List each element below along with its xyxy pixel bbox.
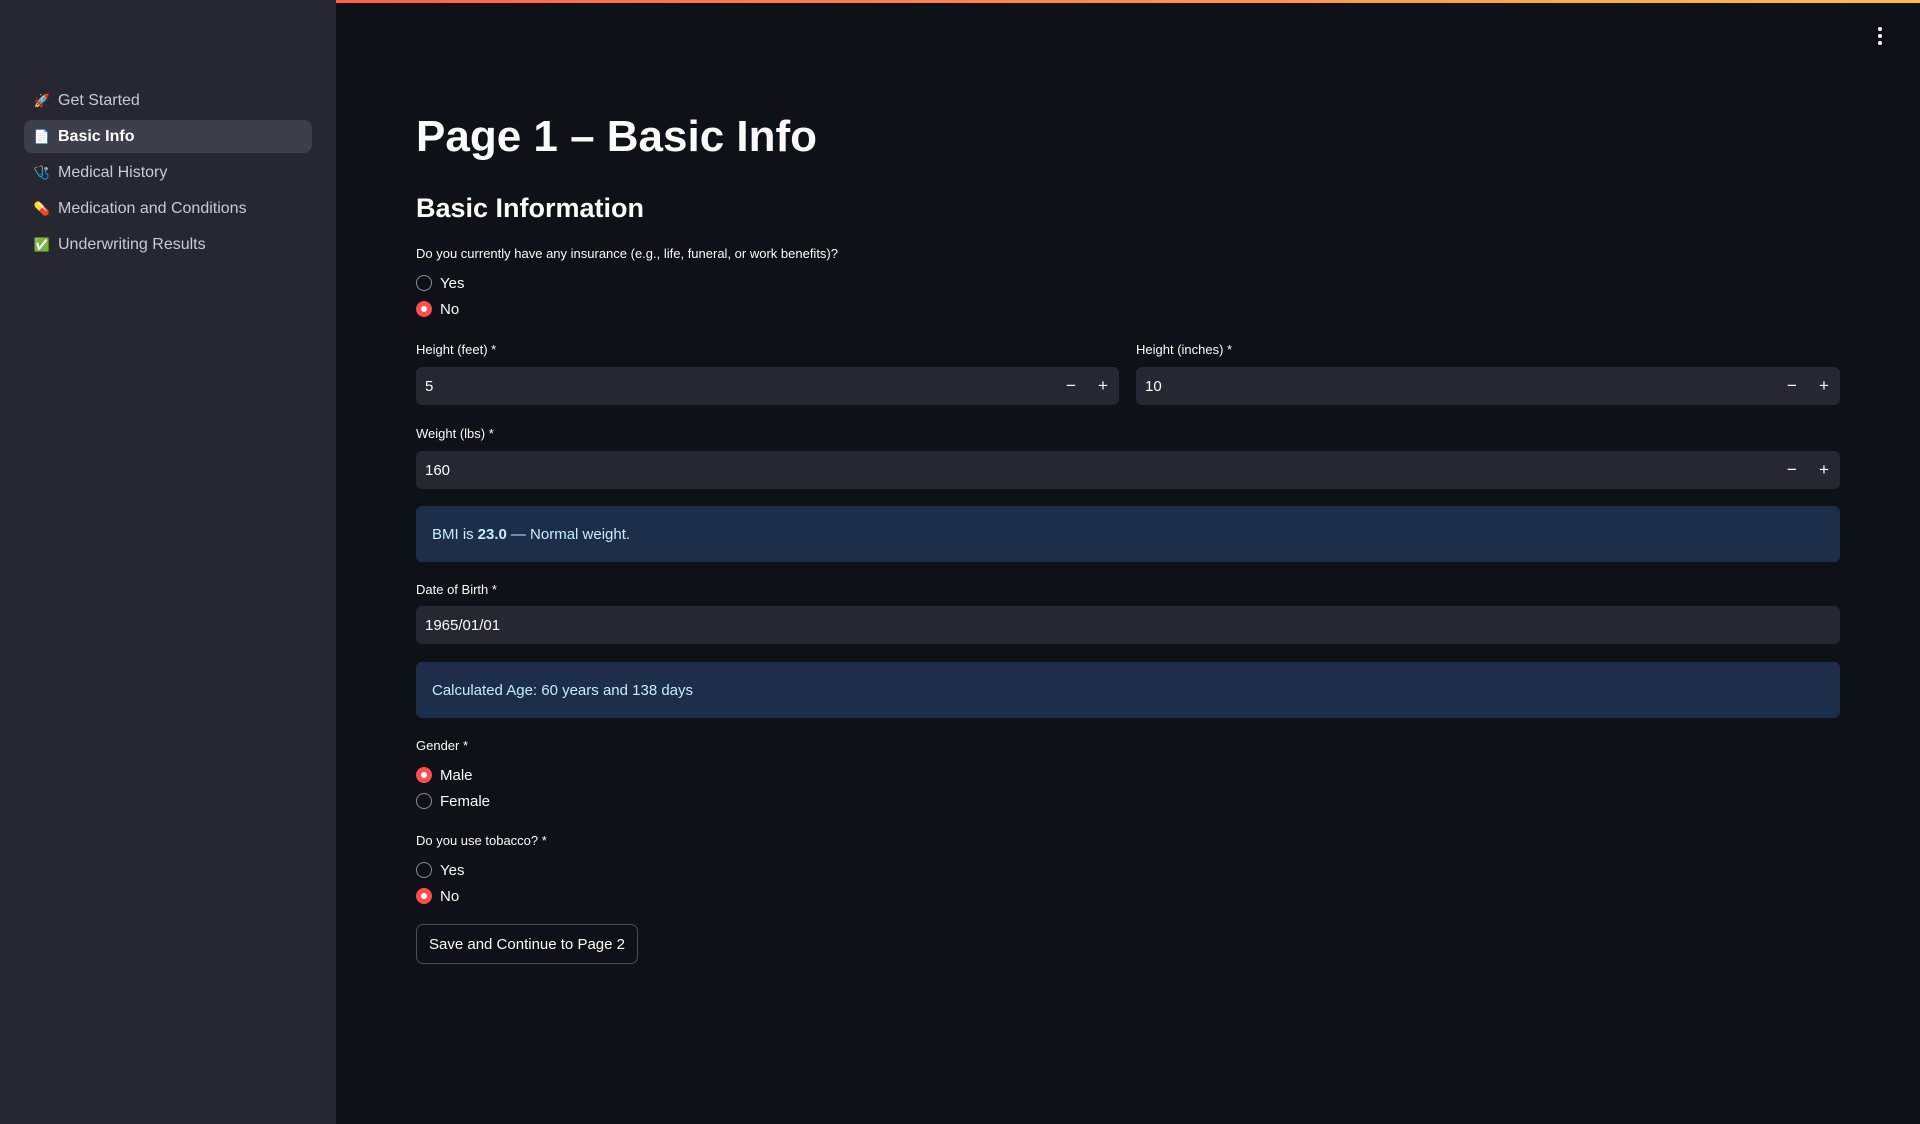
weight-label: Weight (lbs) *: [416, 426, 494, 441]
vertical-dots-icon: [1878, 41, 1882, 45]
vertical-dots-icon: [1878, 27, 1882, 31]
rocket-icon: 🚀: [33, 92, 51, 108]
page-title: Page 1 – Basic Info: [416, 112, 818, 161]
height-inches-label: Height (inches) *: [1136, 342, 1233, 357]
radio-circle-icon: [416, 793, 432, 809]
sidebar-item-basic-info[interactable]: 📄 Basic Info: [24, 120, 312, 153]
check-box-icon: ✅: [33, 236, 51, 252]
decrement-button[interactable]: −: [1776, 367, 1808, 405]
insurance-option-no[interactable]: No: [416, 298, 459, 320]
main-menu-button[interactable]: [1874, 26, 1886, 46]
sidebar-item-label: Medical History: [58, 163, 168, 181]
tobacco-option-yes[interactable]: Yes: [416, 859, 464, 881]
document-icon: 📄: [33, 128, 51, 144]
sidebar-item-label: Underwriting Results: [58, 235, 206, 253]
increment-button[interactable]: +: [1808, 451, 1840, 489]
sidebar: 🚀 Get Started 📄 Basic Info 🩺 Medical His…: [0, 0, 336, 1124]
height-feet-input-group: − +: [416, 367, 1119, 405]
age-info-box: Calculated Age: 60 years and 138 days: [416, 662, 1840, 718]
sidebar-nav: 🚀 Get Started 📄 Basic Info 🩺 Medical His…: [24, 84, 312, 264]
sidebar-item-label: Get Started: [58, 91, 140, 109]
radio-label: No: [440, 887, 460, 905]
increment-button[interactable]: +: [1808, 367, 1840, 405]
insurance-option-yes[interactable]: Yes: [416, 272, 464, 294]
dob-input-group: [416, 606, 1840, 644]
weight-input[interactable]: [416, 451, 1776, 489]
sidebar-item-label: Basic Info: [58, 127, 135, 145]
sidebar-item-underwriting-results[interactable]: ✅ Underwriting Results: [24, 228, 312, 261]
radio-label: Yes: [440, 861, 465, 879]
radio-label: No: [440, 300, 460, 318]
bmi-suffix: — Normal weight.: [510, 525, 631, 543]
radio-circle-icon: [416, 275, 432, 291]
insurance-question: Do you currently have any insurance (e.g…: [416, 246, 838, 261]
radio-checked-icon: [416, 767, 432, 783]
increment-button[interactable]: +: [1087, 367, 1119, 405]
age-info-text: Calculated Age: 60 years and 138 days: [432, 681, 694, 699]
height-inches-input[interactable]: [1136, 367, 1776, 405]
dob-input[interactable]: [416, 606, 1840, 644]
bmi-value: 23.0: [477, 525, 507, 543]
decrement-button[interactable]: −: [1055, 367, 1087, 405]
bmi-info-box: BMI is 23.0 — Normal weight.: [416, 506, 1840, 562]
sidebar-item-get-started[interactable]: 🚀 Get Started: [24, 84, 312, 117]
stethoscope-icon: 🩺: [33, 164, 51, 180]
height-feet-label: Height (feet) *: [416, 342, 497, 357]
radio-label: Male: [440, 766, 473, 784]
radio-circle-icon: [416, 862, 432, 878]
decrement-button[interactable]: −: [1776, 451, 1808, 489]
gender-option-female[interactable]: Female: [416, 790, 490, 812]
sidebar-item-label: Medication and Conditions: [58, 199, 247, 217]
gender-option-male[interactable]: Male: [416, 764, 473, 786]
radio-checked-icon: [416, 888, 432, 904]
height-feet-input[interactable]: [416, 367, 1055, 405]
dob-label: Date of Birth *: [416, 582, 497, 597]
gender-label: Gender *: [416, 738, 469, 753]
tobacco-label: Do you use tobacco? *: [416, 833, 547, 848]
height-inches-input-group: − +: [1136, 367, 1840, 405]
weight-input-group: − +: [416, 451, 1840, 489]
bmi-prefix: BMI is: [432, 525, 474, 543]
pill-icon: 💊: [33, 200, 51, 216]
vertical-dots-icon: [1878, 34, 1882, 38]
section-title: Basic Information: [416, 193, 645, 223]
sidebar-item-medical-history[interactable]: 🩺 Medical History: [24, 156, 312, 189]
radio-label: Female: [440, 792, 491, 810]
radio-checked-icon: [416, 301, 432, 317]
radio-label: Yes: [440, 274, 465, 292]
sidebar-item-medication-and-conditions[interactable]: 💊 Medication and Conditions: [24, 192, 312, 225]
save-and-continue-button[interactable]: Save and Continue to Page 2: [416, 924, 638, 964]
tobacco-option-no[interactable]: No: [416, 885, 459, 907]
